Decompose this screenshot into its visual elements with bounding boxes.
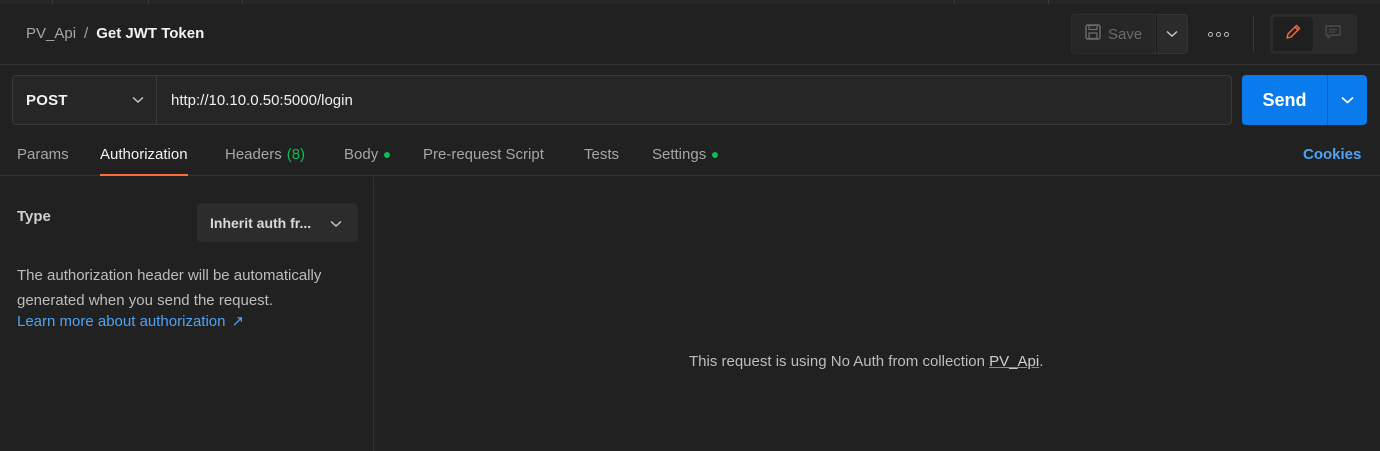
chevron-down-icon	[1341, 91, 1354, 109]
status-dot	[712, 152, 719, 158]
chevron-down-icon	[1166, 25, 1178, 43]
more-dot-icon	[1207, 31, 1213, 37]
comments-button[interactable]	[1313, 17, 1353, 51]
auth-type-label: Type	[17, 208, 51, 225]
auth-type-select[interactable]: Inherit auth fr...	[197, 203, 358, 242]
divider	[1253, 16, 1254, 52]
collection-link[interactable]: PV_Api	[989, 353, 1039, 370]
more-actions-button[interactable]	[1203, 24, 1233, 44]
request-header: PV_Api / Get JWT Token Save	[0, 4, 1380, 65]
external-link-icon: ↗	[231, 313, 245, 330]
edit-mode-button[interactable]	[1273, 17, 1313, 51]
learn-more-link[interactable]: Learn more about authorization ↗	[17, 312, 245, 331]
save-options-button[interactable]	[1156, 14, 1188, 54]
auth-settings-panel: Type Inherit auth fr... The authorizatio…	[0, 177, 374, 451]
view-mode-toggle	[1270, 14, 1357, 54]
tab-pre-request-script[interactable]: Pre-request Script	[423, 133, 544, 176]
send-button[interactable]: Send	[1242, 75, 1327, 125]
auth-description: The authorization header will be automat…	[17, 267, 322, 309]
method-select[interactable]: POST	[12, 75, 157, 125]
tab-params[interactable]: Params	[17, 133, 69, 176]
more-dot-icon	[1223, 31, 1229, 37]
tab-label: Settings	[652, 146, 707, 163]
send-group: Send	[1242, 75, 1367, 125]
tab-label: Headers	[225, 146, 282, 163]
save-label: Save	[1108, 25, 1143, 43]
method-label: POST	[26, 91, 68, 109]
save-icon	[1084, 23, 1102, 45]
comment-icon	[1324, 23, 1342, 46]
tab-label: Params	[17, 146, 69, 163]
tab-settings[interactable]: Settings	[652, 133, 719, 176]
more-dot-icon	[1215, 31, 1221, 37]
headers-count: (8)	[286, 146, 306, 163]
save-group: Save	[1071, 14, 1188, 54]
auth-type-value: Inherit auth fr...	[210, 214, 312, 231]
status-dot	[384, 152, 391, 158]
send-options-button[interactable]	[1327, 75, 1367, 125]
tab-label: Pre-request Script	[423, 146, 544, 163]
breadcrumb-separator: /	[84, 25, 89, 42]
no-auth-message-text: This request is using No Auth from colle…	[689, 353, 985, 370]
save-button[interactable]: Save	[1071, 14, 1156, 54]
tab-label: Tests	[584, 146, 620, 163]
tab-body[interactable]: Body	[344, 133, 391, 176]
tab-label: Body	[344, 146, 379, 163]
tab-headers[interactable]: Headers (8)	[225, 133, 305, 176]
learn-more-label: Learn more about authorization	[17, 312, 226, 330]
no-auth-message: This request is using No Auth from colle…	[689, 353, 1043, 370]
request-name[interactable]: Get JWT Token	[96, 25, 204, 42]
tab-label: Authorization	[100, 146, 188, 163]
request-tabs: Params Authorization Headers (8) Body Pr…	[0, 133, 1380, 176]
message-period: .	[1039, 353, 1044, 370]
url-input[interactable]: http://10.10.0.50:5000/login	[156, 75, 1232, 125]
chevron-down-icon	[330, 215, 342, 231]
tab-tests[interactable]: Tests	[584, 133, 619, 176]
cookies-link[interactable]: Cookies	[1303, 146, 1361, 163]
chevron-down-icon	[132, 91, 144, 109]
breadcrumb-collection[interactable]: PV_Api	[26, 25, 76, 42]
tab-authorization[interactable]: Authorization	[100, 133, 188, 176]
pencil-icon	[1284, 23, 1302, 46]
breadcrumb: PV_Api / Get JWT Token	[26, 25, 204, 42]
